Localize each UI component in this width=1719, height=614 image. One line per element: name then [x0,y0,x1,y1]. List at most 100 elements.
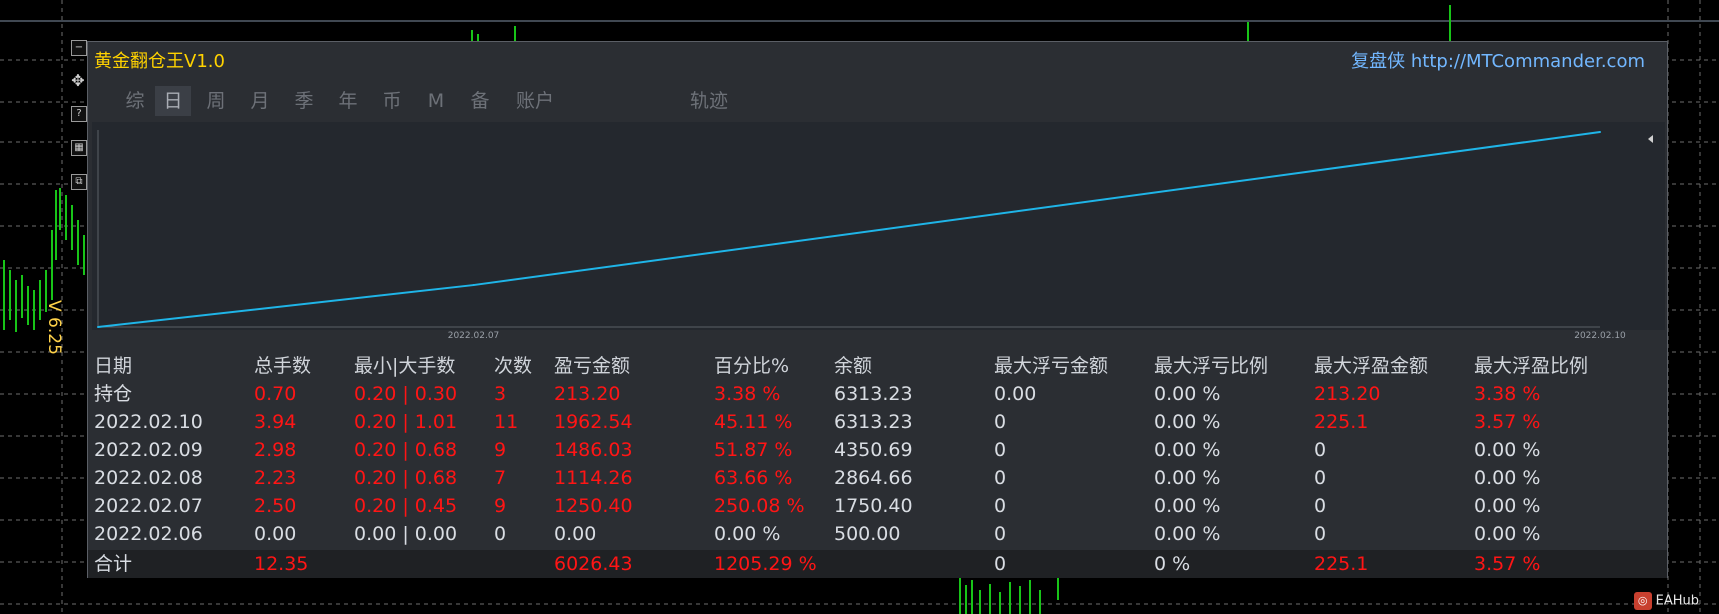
table-cell: 0 [1314,467,1327,489]
table-cell: 12.35 [254,553,309,575]
table-cell: 3.57 % [1474,553,1541,575]
table-cell: 2.50 [254,495,297,517]
table-cell: 6313.23 [834,383,913,405]
table-row: 2022.02.09 2.98 0.20 | 0.68 9 1486.03 51.87 %… [88,436,1667,464]
help-icon[interactable]: ? [71,106,87,122]
table-cell: 225.1 [1314,411,1369,433]
equity-chart: 2022.02.07 2022.02.10 [92,122,1665,352]
table-cell: 2022.02.08 [94,467,203,489]
table-cell: 0.00 % [714,523,781,545]
table-cell: 0 [1314,439,1327,461]
candles-bottom [959,578,1059,614]
table-cell: 0.00 % [1154,523,1221,545]
table-cell: 7 [494,467,507,489]
table-cell: 1250.40 [554,495,633,517]
table-cell: 2022.02.09 [94,439,203,461]
equity-point [97,326,99,328]
table-cell: 6026.43 [554,553,633,575]
table-cell: 11 [494,411,519,433]
table-cell: 3.94 [254,411,297,433]
table-cell: 0 % [1154,553,1191,575]
grid-icon[interactable]: ▦ [71,140,87,156]
brand-link[interactable]: 复盘侠 http://MTCommander.com [1351,47,1645,73]
table-cell: 9 [494,495,507,517]
panel-title: 黄金翻仓王V1.0 [94,51,225,72]
tab-month[interactable]: 月 [243,86,277,116]
equity-point [472,284,475,287]
table-cell: 最大浮盈比例 [1474,355,1589,377]
table-cell: 1750.40 [834,495,913,517]
tab-year[interactable]: 年 [331,86,365,116]
tab-trajectory[interactable]: 轨迹 [684,86,734,116]
tab-m[interactable]: M [419,86,453,116]
table-cell: 0.00 % [1154,383,1221,405]
table-cell: 0.20 | 0.45 [354,495,458,517]
eahub-logo: ◎ EAHub [1633,592,1699,610]
table-cell: 最大浮盈金额 [1314,355,1429,377]
table-cell: 最大浮亏比例 [1154,355,1269,377]
tab-week[interactable]: 周 [199,86,233,116]
table-cell: 3.38 % [1474,383,1541,405]
table-cell: 0.00 [554,523,597,545]
table-cell: 2.98 [254,439,297,461]
table-cell: 0 [994,495,1007,517]
tab-quarter[interactable]: 季 [287,86,321,116]
table-cell: 2864.66 [834,467,913,489]
restore-icon[interactable]: ⧉ [71,174,87,190]
equity-point [1599,131,1601,133]
table-cell: 0 [1314,523,1327,545]
tab-account[interactable]: 账户 [510,86,560,116]
x-tick-label: 2022.02.10 [1574,331,1626,341]
table-cell: 日期 [94,355,133,377]
table-cell: 0.00 % [1154,439,1221,461]
table-cell: 213.20 [1314,383,1381,405]
table-cell: 0.00 | 0.00 [354,523,458,545]
table-cell: 0.00 % [1474,523,1541,545]
table-header-row: 日期 总手数 最小|大手数 次数 盈亏金额 百分比% 余额 最大浮亏金额 最大浮亏比例 最大浮盈金… [88,352,1667,380]
tab-summary[interactable]: 综 [118,86,152,116]
table-cell: 0.00 % [1474,495,1541,517]
table-cell: 0.20 | 1.01 [354,411,458,433]
table-cell: 213.20 [554,383,621,405]
logo-icon: ◎ [1633,592,1652,610]
tab-day[interactable]: 日 [155,86,191,116]
table-cell: 1962.54 [554,411,633,433]
table-cell: 0.20 | 0.68 [354,439,458,461]
table-row: 2022.02.07 2.50 0.20 | 0.45 9 1250.40 250.08 … [88,492,1667,520]
minimize-icon[interactable]: − [71,40,87,56]
table-cell: 0.00 % [1474,467,1541,489]
table-cell: 0.70 [254,383,297,405]
table-cell: 余额 [834,355,873,377]
table-cell: 0 [994,439,1007,461]
table-cell: 0.00 % [1474,439,1541,461]
table-cell: 最大浮亏金额 [994,355,1109,377]
table-row: 2022.02.10 3.94 0.20 | 1.01 11 1962.54 45.11 … [88,408,1667,436]
table-cell: 0.00 % [1154,495,1221,517]
table-cell: 0 [994,523,1007,545]
equity-chart-svg: 2022.02.07 2022.02.10 [92,122,1665,341]
side-toolbar: − ✥ ? ▦ ⧉ [68,40,88,208]
table-cell: 500.00 [834,523,901,545]
table-cell: 1486.03 [554,439,633,461]
table-row: 2022.02.08 2.23 0.20 | 0.68 7 1114.26 63.66 %… [88,464,1667,492]
tab-backup[interactable]: 备 [463,86,497,116]
table-cell: 2022.02.07 [94,495,203,517]
move-icon[interactable]: ✥ [71,73,85,89]
table-total-row: 合计 12.35 6026.43 1205.29 % 0 0 % 225.1 3.57 % [88,550,1667,578]
table-cell: 0 [494,523,507,545]
tab-currency[interactable]: 币 [375,86,409,116]
table-cell: 51.87 % [714,439,793,461]
table-cell: 合计 [94,553,133,575]
table-cell: 0.20 | 0.30 [354,383,458,405]
table-row: 2022.02.06 0.00 0.00 | 0.00 0 0.00 0.00 % 500.… [88,520,1667,548]
table-cell: 0.20 | 0.68 [354,467,458,489]
table-cell: 250.08 % [714,495,805,517]
version-label: V 6.25 [44,300,64,355]
table-cell: 0 [1314,495,1327,517]
plot-background [92,122,1665,330]
table-cell: 最小|大手数 [354,355,456,377]
statistics-panel: 黄金翻仓王V1.0 复盘侠 http://MTCommander.com 综 日… [87,41,1668,578]
table-cell: 3.57 % [1474,411,1541,433]
table-cell: 2022.02.06 [94,523,203,545]
table-cell: 次数 [494,355,533,377]
